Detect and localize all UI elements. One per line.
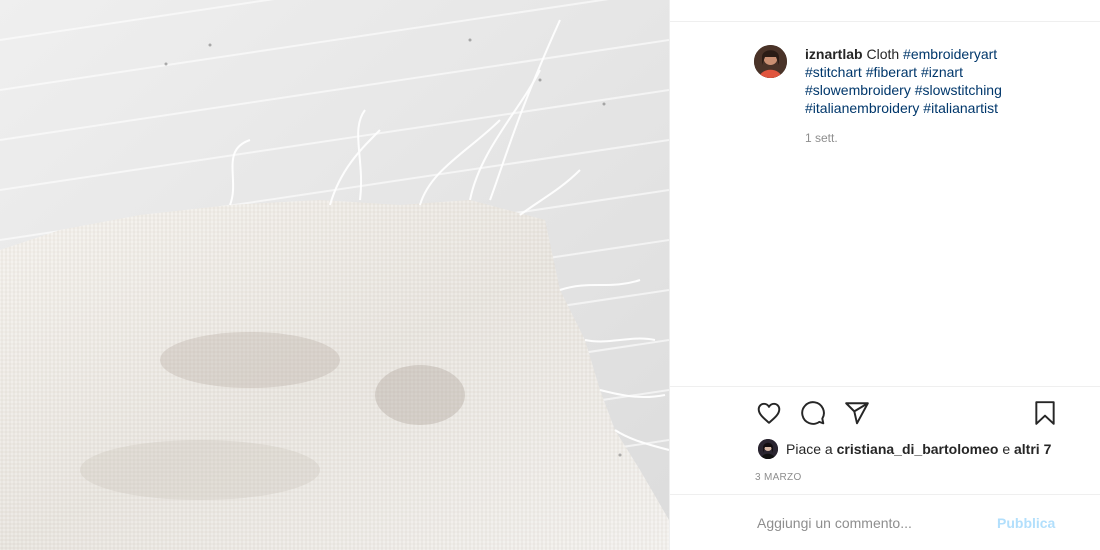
paper-plane-icon [845,402,869,425]
liker-username[interactable]: cristiana_di_bartolomeo [837,441,999,457]
likes-summary: Piace a cristiana_di_bartolomeo e altri … [758,439,1051,460]
bookmark-icon [1035,401,1055,425]
hashtag-link[interactable]: #stitchart [805,64,862,80]
comment-input[interactable] [757,508,977,538]
post-image[interactable] [0,0,669,550]
post-date[interactable]: 3 MARZO [755,472,802,483]
header-divider [670,21,1100,22]
post-caption: iznartlab Cloth #embroideryart #stitchar… [805,45,1045,117]
caption-text: Cloth [866,46,900,62]
avatar-image [754,45,787,78]
author-avatar[interactable] [754,45,787,78]
caption-username[interactable]: iznartlab [805,46,863,62]
hashtag-link[interactable]: #slowstitching [915,82,1002,98]
likes-others-link[interactable]: altri 7 [1014,441,1051,457]
comment-button[interactable] [800,400,826,426]
hashtag-link[interactable]: #slowembroidery [805,82,911,98]
actions-divider [670,386,1100,387]
likes-prefix: Piace a [786,441,833,457]
heart-icon [757,402,781,424]
hashtag-link[interactable]: #italianembroidery [805,100,919,116]
hashtag-link[interactable]: #italianartist [923,100,998,116]
liker-avatar-image [758,439,778,460]
liker-avatar[interactable] [758,439,778,460]
save-button[interactable] [1032,400,1058,426]
post-panel: iznartlab Cloth #embroideryart #stitchar… [669,0,1100,550]
hashtag-link[interactable]: #embroideryart [903,46,997,62]
like-button[interactable] [756,400,782,426]
share-button[interactable] [844,400,870,426]
comment-bubble-icon [801,401,825,425]
hashtag-link[interactable]: #iznart [921,64,963,80]
frayed-cloth-photo [0,0,669,550]
caption-time-ago[interactable]: 1 sett. [805,131,838,145]
likes-conjunction: e [1002,441,1011,457]
comment-divider [670,494,1100,495]
publish-button[interactable]: Pubblica [997,515,1055,531]
hashtag-link[interactable]: #fiberart [866,64,917,80]
